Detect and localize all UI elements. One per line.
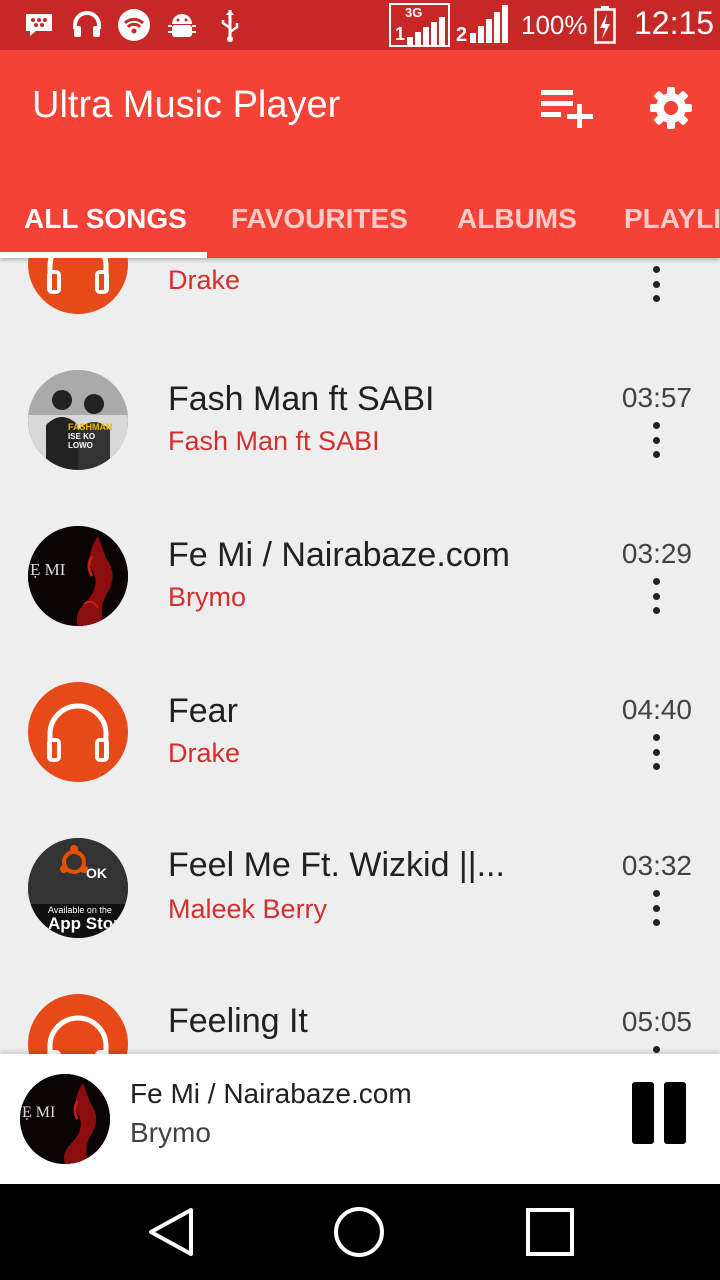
now-playing-artist: Brymo [130, 1117, 211, 1148]
song-row[interactable]: Ẹ MI Fe Mi / Nairabaze.com Brymo 03:29 [0, 468, 720, 626]
app-title: Ultra Music Player [32, 84, 341, 126]
headset-icon [72, 8, 102, 42]
album-art-text: Ẹ MI [30, 560, 66, 579]
headphones-icon [47, 1015, 109, 1054]
song-artist: Brymo [168, 582, 247, 612]
recents-button[interactable] [520, 1204, 580, 1260]
playlist-add-icon [541, 90, 593, 128]
song-options-button[interactable] [640, 732, 672, 772]
tab-playlists[interactable]: PLAYLI [624, 180, 720, 258]
sim2-signal-icon: 2 [454, 3, 512, 47]
more-vert-icon [652, 734, 660, 741]
more-vert-icon [652, 578, 660, 585]
song-title: Feel Me Ft. Wizkid ||... [168, 846, 505, 884]
song-artist: Drake [168, 265, 241, 295]
song-options-button[interactable] [640, 888, 672, 928]
album-art-default [28, 258, 128, 314]
wifi-icon [117, 8, 151, 42]
more-vert-icon [652, 422, 660, 429]
tab-favourites[interactable]: FAVOURITES [231, 180, 408, 258]
song-duration: 03:32 [621, 850, 692, 881]
back-icon [149, 1208, 193, 1256]
song-artist: Drake [168, 738, 241, 768]
song-row[interactable]: FASHMAN ISE KO LOWO Fash Man ft SABI Fas… [0, 312, 720, 470]
back-button[interactable] [140, 1204, 200, 1260]
song-row[interactable]: OK Available on the App Store Feel Me Ft… [0, 780, 720, 938]
song-list[interactable]: Drake FASHMAN ISE KO LOWO Fash Man ft SA… [0, 258, 720, 1054]
song-title: Feeling It [168, 1002, 308, 1040]
now-playing-title: Fe Mi / Nairabaze.com [130, 1078, 412, 1109]
now-playing-bar[interactable]: Ẹ MI Fe Mi / Nairabaze.com Brymo [0, 1054, 720, 1184]
song-title: Fear [168, 692, 238, 730]
song-duration: 03:57 [621, 382, 692, 413]
sim2-label: 2 [456, 24, 468, 46]
song-options-button[interactable] [640, 420, 672, 460]
song-row[interactable]: Feeling It 05:05 [0, 936, 720, 1054]
album-art-default [28, 682, 128, 782]
battery-charging-icon [592, 5, 618, 45]
more-vert-icon [652, 266, 660, 273]
tab-albums[interactable]: ALBUMS [457, 180, 577, 258]
song-duration: 05:05 [621, 1006, 692, 1037]
app-bar: Ultra Music Player ALL SONGS FAVOURITES … [0, 50, 720, 258]
pause-icon [632, 1082, 654, 1144]
song-artist: Fash Man ft SABI [168, 426, 380, 456]
album-art-femi: Ẹ MI [28, 526, 128, 626]
song-duration: 03:29 [621, 538, 692, 569]
album-art-text: ISE KO [68, 432, 96, 441]
album-art-text: LOWO [68, 441, 93, 450]
song-options-button[interactable] [640, 264, 672, 304]
playlist-add-button[interactable] [532, 80, 602, 136]
album-art-fashman: FASHMAN ISE KO LOWO [28, 370, 128, 470]
now-playing-album-art: Ẹ MI [20, 1074, 110, 1164]
usb-icon [218, 8, 242, 42]
album-art-appstore: OK Available on the App Store [28, 838, 128, 938]
tab-all-songs[interactable]: ALL SONGS [24, 180, 187, 258]
song-row[interactable]: Fear Drake 04:40 [0, 624, 720, 782]
song-options-button[interactable] [640, 576, 672, 616]
android-debug-icon [166, 8, 198, 42]
recents-icon [526, 1208, 574, 1256]
song-duration: 04:40 [621, 694, 692, 725]
sim1-signal-icon: 3G 1 [389, 3, 450, 47]
headphones-icon [47, 703, 109, 762]
song-row[interactable]: Drake [0, 258, 720, 314]
clock: 12:15 [634, 5, 715, 41]
tab-bar: ALL SONGS FAVOURITES ALBUMS PLAYLI [0, 180, 720, 258]
more-vert-icon [652, 890, 660, 897]
settings-icon [650, 87, 692, 129]
home-icon [334, 1207, 384, 1257]
headphones-icon [47, 258, 109, 294]
settings-button[interactable] [636, 80, 706, 136]
song-artist: Maleek Berry [168, 894, 328, 924]
song-title: Fash Man ft SABI [168, 380, 435, 418]
sim1-label: 1 [395, 24, 406, 44]
album-art-text: App Store [48, 914, 128, 933]
song-options-button[interactable] [640, 1044, 672, 1054]
navigation-bar [0, 1184, 720, 1280]
more-vert-icon [652, 1046, 660, 1053]
status-bar: 3G 1 2 100% 12:15 [0, 0, 720, 50]
bbm-icon [24, 8, 54, 42]
battery-percent: 100% [521, 10, 588, 40]
song-title: Fe Mi / Nairabaze.com [168, 536, 510, 574]
home-button[interactable] [329, 1204, 389, 1260]
pause-button[interactable] [628, 1082, 690, 1146]
album-art-text: FASHMAN [68, 422, 113, 432]
svg-text:OK: OK [86, 865, 107, 881]
album-art-text: Ẹ MI [22, 1104, 56, 1121]
album-art-default [28, 994, 128, 1054]
